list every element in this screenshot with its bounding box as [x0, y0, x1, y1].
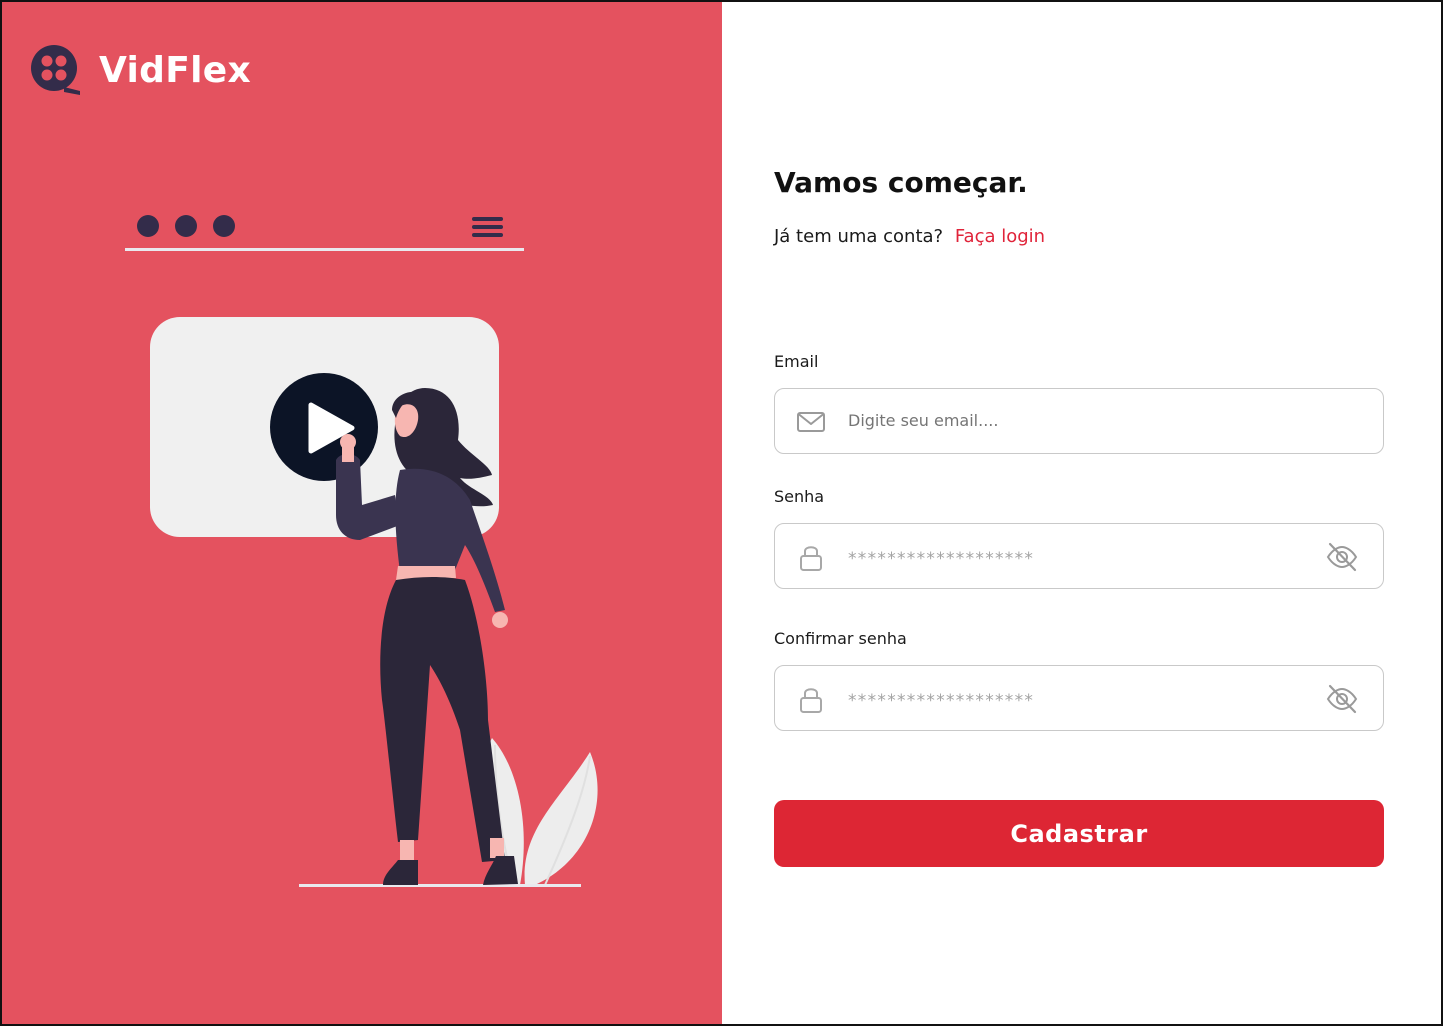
eye-off-icon[interactable]	[1325, 683, 1359, 715]
lock-icon	[800, 546, 822, 571]
password-input[interactable]: *******************	[848, 527, 1288, 591]
brand-name: VidFlex	[99, 49, 252, 91]
confirm-password-field[interactable]: *******************	[774, 665, 1384, 731]
hero-panel: VidFlex	[0, 0, 722, 1026]
film-reel-icon	[31, 45, 80, 95]
signup-button[interactable]: Cadastrar	[774, 800, 1384, 867]
browser-dot	[213, 215, 235, 237]
page-title: Vamos começar.	[774, 166, 1028, 199]
hero-illustration	[0, 0, 722, 1026]
browser-dot	[137, 215, 159, 237]
ground-line	[299, 884, 581, 887]
brand-logo[interactable]: VidFlex	[30, 42, 251, 98]
lock-icon	[800, 688, 822, 713]
browser-divider	[125, 248, 524, 251]
email-field[interactable]	[774, 388, 1384, 454]
email-label: Email	[774, 352, 819, 371]
confirm-password-input[interactable]: *******************	[848, 669, 1288, 733]
confirm-password-label: Confirmar senha	[774, 629, 907, 648]
browser-dot	[175, 215, 197, 237]
login-prompt-text: Já tem uma conta?	[774, 226, 944, 247]
password-label: Senha	[774, 487, 825, 506]
login-prompt: Já tem uma conta? Faça login	[774, 226, 1045, 247]
hamburger-icon	[472, 217, 503, 237]
login-link[interactable]: Faça login	[955, 226, 1045, 247]
email-input[interactable]	[848, 389, 1288, 453]
signup-panel: Vamos começar. Já tem uma conta? Faça lo…	[722, 0, 1443, 1026]
password-field[interactable]: *******************	[774, 523, 1384, 589]
play-button-icon	[270, 373, 378, 481]
mail-icon	[797, 412, 825, 432]
eye-off-icon[interactable]	[1325, 541, 1359, 573]
